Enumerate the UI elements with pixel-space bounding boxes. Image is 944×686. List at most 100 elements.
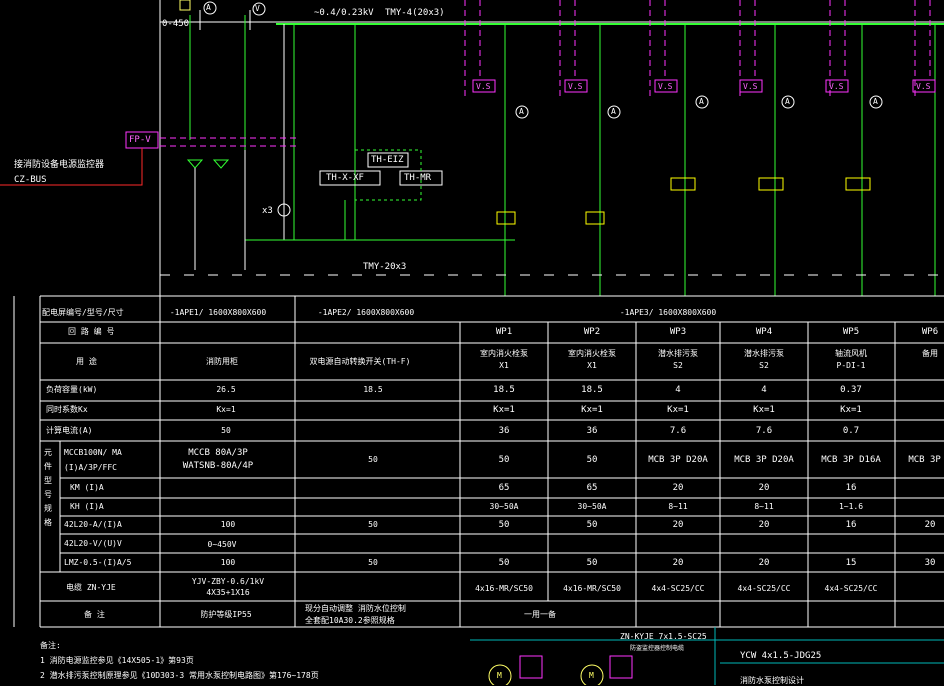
circuit-mccb: 50 — [586, 455, 598, 465]
circuit-kx: Kx=1 — [667, 405, 689, 415]
row-header-current: 计算电流(A) — [46, 426, 93, 435]
circuit-l42a: 20 — [672, 520, 684, 530]
circuit-current: 7.6 — [669, 426, 687, 436]
col2-remark-a: 现分自动调整 消防水位控制 — [305, 604, 406, 613]
circuit-cable: 4x16-MR/SC50 — [563, 584, 621, 593]
circuit-capacity: 4 — [675, 385, 681, 395]
circuit-mccb: MCB 3P D20A — [648, 455, 708, 465]
busbar-label: TMY-4(20x3) — [385, 8, 445, 18]
notes-title: 备注: — [40, 641, 61, 650]
motor-icon: M — [497, 671, 502, 680]
vs-label: V.S — [829, 82, 844, 91]
row-header-remark: 备 注 — [84, 610, 105, 619]
cabinet-2: -1APE2/ 1600X800X600 — [317, 308, 415, 317]
circuit-km: 65 — [498, 483, 510, 493]
row-header-km: KM (I)A — [70, 483, 104, 492]
circuit-km: 20 — [672, 483, 684, 493]
circuit-lmz: 15 — [845, 558, 857, 568]
circuit-mccb: MCB 3P D — [908, 455, 944, 465]
circuit-current: 7.6 — [755, 426, 773, 436]
circuit-id: WP1 — [495, 327, 513, 337]
row-header-42l20v: 42L20-V/(U)V — [64, 539, 122, 548]
row-header-usage: 用 途 — [76, 357, 97, 366]
circuit-l42a: 20 — [924, 520, 936, 530]
col1-mccb-b: WATSNB-80A/4P — [182, 461, 254, 471]
circuit-km: 65 — [586, 483, 598, 493]
row-header-cabinet: 配电屏编号/型号/尺寸 — [42, 308, 124, 317]
row-header-component: 元件型号规格 — [44, 448, 52, 527]
circuit-id: WP5 — [842, 327, 860, 337]
circuit-id: WP6 — [921, 327, 939, 337]
circuit-usage: 室内消火栓泵 — [480, 349, 528, 358]
cabinet-1: -1APE1/ 1600X800X600 — [169, 308, 267, 317]
circuit-km: 20 — [758, 483, 770, 493]
circuit-kx: Kx=1 — [753, 405, 775, 415]
voltage-label: ~0.4/0.23kV — [314, 8, 374, 18]
circuit-usage2: S2 — [673, 361, 683, 370]
col1-remark: 防护等级IP55 — [200, 610, 252, 619]
circuit-current: 0.7 — [842, 426, 860, 436]
circuit-current: 36 — [586, 426, 598, 436]
circuit-cable: 4x4-SC25/CC — [824, 584, 878, 593]
row-header-lmz: LMZ-0.5-(I)A/5 — [64, 558, 132, 567]
circuit-usage2: X1 — [499, 361, 509, 370]
row-header-kh: KH (I)A — [70, 502, 104, 511]
zn-kyje-label: ZN-KYJE 7x1.5-SC25 — [620, 632, 707, 641]
th-eiz-box: TH-EIZ — [371, 155, 404, 165]
vs-label: V.S — [476, 82, 491, 91]
circuit-kx: Kx=1 — [840, 405, 862, 415]
circuit-cable: 4x4-SC25/CC — [651, 584, 705, 593]
row-header-circuit: 回 路 编 号 — [68, 327, 115, 336]
circuit-id: WP2 — [583, 327, 601, 337]
circuit-lmz: 30 — [924, 558, 936, 568]
circuit-cable: 4x16-MR/SC50 — [475, 584, 533, 593]
meter-range-label: 0-450 — [162, 19, 190, 29]
col1-capacity: 26.5 — [216, 385, 236, 394]
cabinet-3: -1APE3/ 1600X800X600 — [619, 308, 717, 317]
vs-label: V.S — [916, 82, 931, 91]
circuit-current: 36 — [498, 426, 510, 436]
circuit-usage: 备用 — [922, 349, 938, 358]
row-header-mccb: MCCB100N/ MA — [64, 448, 122, 457]
col1-usage: 消防用柜 — [206, 357, 238, 366]
cz-bus-label: CZ-BUS — [14, 175, 47, 185]
circuit-kx: Kx=1 — [581, 405, 603, 415]
circuit-id: WP3 — [669, 327, 687, 337]
ammeter-icon: A — [699, 97, 704, 106]
fp-v-box: FP-V — [129, 135, 151, 145]
circuit-lmz: 20 — [672, 558, 684, 568]
vs-label: V.S — [743, 82, 758, 91]
circuit-usage: 室内消火栓泵 — [568, 349, 616, 358]
monitor-small-label: 防盗监控器控制电缆 — [630, 645, 685, 652]
col1-42l20a: 100 — [220, 520, 236, 529]
circuit-capacity: 0.37 — [840, 385, 862, 395]
ammeter-icon: A — [611, 107, 616, 116]
col2-capacity: 18.5 — [363, 385, 383, 394]
note-2: 2 潜水排污泵控制原理参见《10D303-3 常用水泵控制电路图》第176~17… — [40, 671, 319, 680]
fire-monitor-label: 接消防设备电源监控器 — [14, 160, 105, 170]
circuit-lmz: 20 — [758, 558, 770, 568]
row-header-kx: 同时系数Kx — [46, 405, 88, 414]
col1-mccb-a: MCCB 80A/3P — [188, 448, 248, 458]
circuit-capacity: 18.5 — [493, 385, 515, 395]
circuit-mccb: 50 — [498, 455, 510, 465]
circuit-mccb: MCB 3P D16A — [821, 455, 881, 465]
th-mr-box: TH-MR — [404, 173, 432, 183]
col2-remark-b: 全套配10A30.2参照规格 — [305, 616, 395, 625]
vs-label: V.S — [658, 82, 673, 91]
row-header-42l20a: 42L20-A/(I)A — [64, 520, 122, 529]
circuit-id: WP4 — [755, 327, 773, 337]
circuit-capacity: 18.5 — [581, 385, 603, 395]
circuit-kx: Kx=1 — [493, 405, 515, 415]
circuit-lmz: 50 — [586, 558, 598, 568]
col2-usage: 双电源自动转换开关(TH-F) — [309, 357, 411, 366]
col1-lmz: 100 — [220, 558, 236, 567]
circuit-cable: 4x4-SC25/CC — [737, 584, 791, 593]
col2-mccb: 50 — [368, 455, 378, 464]
circuit-usage: 轴流风机 — [835, 349, 867, 358]
tmy-bottom-label: TMY-20x3 — [363, 262, 407, 272]
circuit-kh: 8~11 — [668, 502, 688, 511]
col1-cable-b: 4X35+1X16 — [206, 588, 250, 597]
circuit-kh: 1~1.6 — [838, 502, 864, 511]
ammeter-icon: A — [519, 107, 524, 116]
